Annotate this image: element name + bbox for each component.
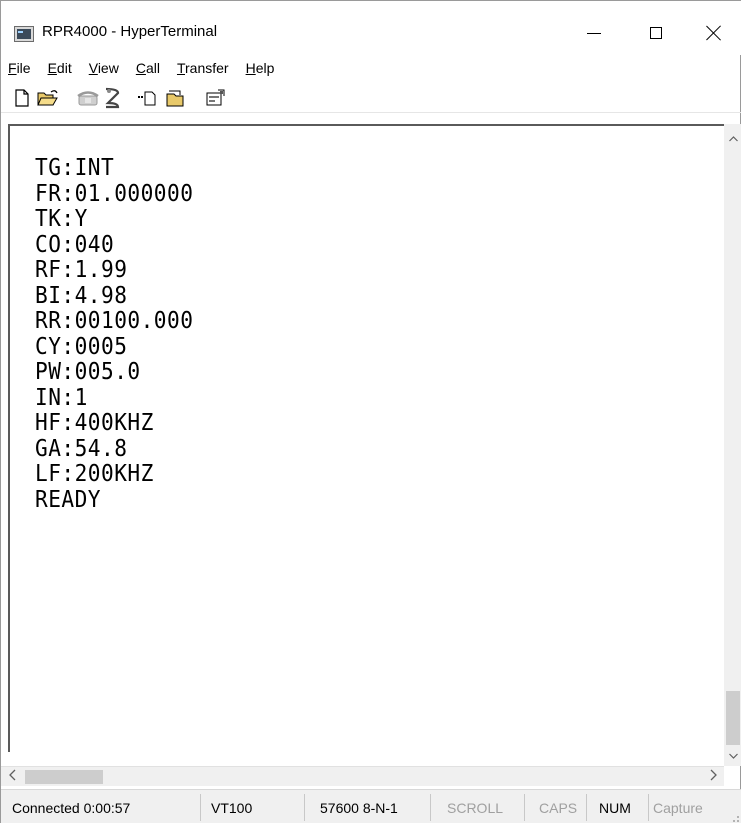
horizontal-scrollbar[interactable] [1,766,724,786]
resize-grip-icon[interactable] [728,810,740,822]
send-file-icon[interactable] [137,87,159,109]
menu-call-rest: all [145,60,160,76]
hyperterminal-window: RPR4000 - HyperTerminal File Edit View C… [0,0,741,823]
status-capture: Capture [653,799,703,816]
terminal-line: GA:54.8 [35,435,128,462]
scroll-down-icon[interactable] [729,751,738,762]
menu-edit[interactable]: Edit [48,60,79,76]
terminal-line: RR:00100.000 [35,308,194,334]
phone-connect-icon[interactable] [77,87,99,109]
menu-help-mnemonic: H [245,60,256,76]
vertical-scroll-thumb[interactable] [726,691,740,745]
close-icon [706,25,722,41]
scroll-right-icon[interactable] [710,768,717,784]
terminal-line: IN:1 [35,384,88,411]
menu-help[interactable]: Help [246,60,282,76]
window-title: RPR4000 - HyperTerminal [42,23,218,40]
close-button[interactable] [691,15,737,51]
terminal-line: TG:INT [35,155,115,181]
status-port-settings: 57600 8-N-1 [305,794,431,821]
status-scroll: SCROLL [431,794,525,821]
title-bar[interactable]: RPR4000 - HyperTerminal [1,1,741,55]
minimize-icon [587,32,601,34]
menu-call-mnemonic: C [135,60,146,76]
properties-icon[interactable] [205,87,227,109]
receive-file-icon[interactable] [165,87,187,109]
terminal-screen[interactable]: TG:INT FR:01.000000 TK:Y CO:040 RF:1.99 … [8,124,724,752]
menu-file-mnemonic: F [8,60,17,76]
status-connected: Connected 0:00:57 [9,794,201,821]
menu-view-mnemonic: V [88,60,98,76]
menu-view-rest: iew [97,60,119,76]
terminal-line: READY [35,486,102,513]
new-document-icon[interactable] [11,87,33,109]
terminal-line: RF:1.99 [35,257,128,283]
status-emulation: VT100 [201,794,305,821]
scroll-up-icon[interactable] [729,134,738,145]
scroll-left-icon[interactable] [9,768,16,784]
terminal-line: HF:400KHZ [35,410,154,436]
status-num: NUM [587,794,649,821]
minimize-button[interactable] [571,15,617,51]
status-caps: CAPS [525,794,587,821]
menu-transfer[interactable]: Transfer [177,60,236,76]
menu-edit-mnemonic: E [47,60,57,76]
menu-help-rest: elp [255,60,275,76]
disconnect-icon[interactable] [101,87,123,109]
horizontal-scroll-thumb[interactable] [25,770,103,784]
terminal-line: FR:01.000000 [35,180,194,207]
menu-file-rest: ile [16,60,31,76]
open-folder-icon[interactable] [37,87,59,109]
toolbar [1,83,741,113]
vertical-scrollbar[interactable] [724,124,741,766]
menu-bar: File Edit View Call Transfer Help [1,55,741,81]
terminal-output: TG:INT FR:01.000000 TK:Y CO:040 RF:1.99 … [35,155,194,513]
maximize-icon [650,27,662,39]
maximize-button[interactable] [633,15,679,51]
menu-edit-rest: dit [56,60,72,76]
terminal-line: LF:200KHZ [35,461,154,487]
terminal-line: PW:005.0 [35,359,141,385]
menu-transfer-mnemonic: T [176,60,186,76]
menu-file[interactable]: File [8,60,38,76]
terminal-line: TK:Y [35,206,88,232]
terminal-line: BI:4.98 [35,282,128,309]
terminal-line: CO:040 [35,231,115,258]
menu-transfer-rest: ransfer [185,60,229,76]
menu-call[interactable]: Call [136,60,167,76]
terminal-line: CY:0005 [35,333,128,360]
menu-view[interactable]: View [89,60,126,76]
status-bar: Connected 0:00:57 VT100 57600 8-N-1 SCRO… [1,789,741,823]
hyperterminal-app-icon[interactable] [14,26,34,42]
